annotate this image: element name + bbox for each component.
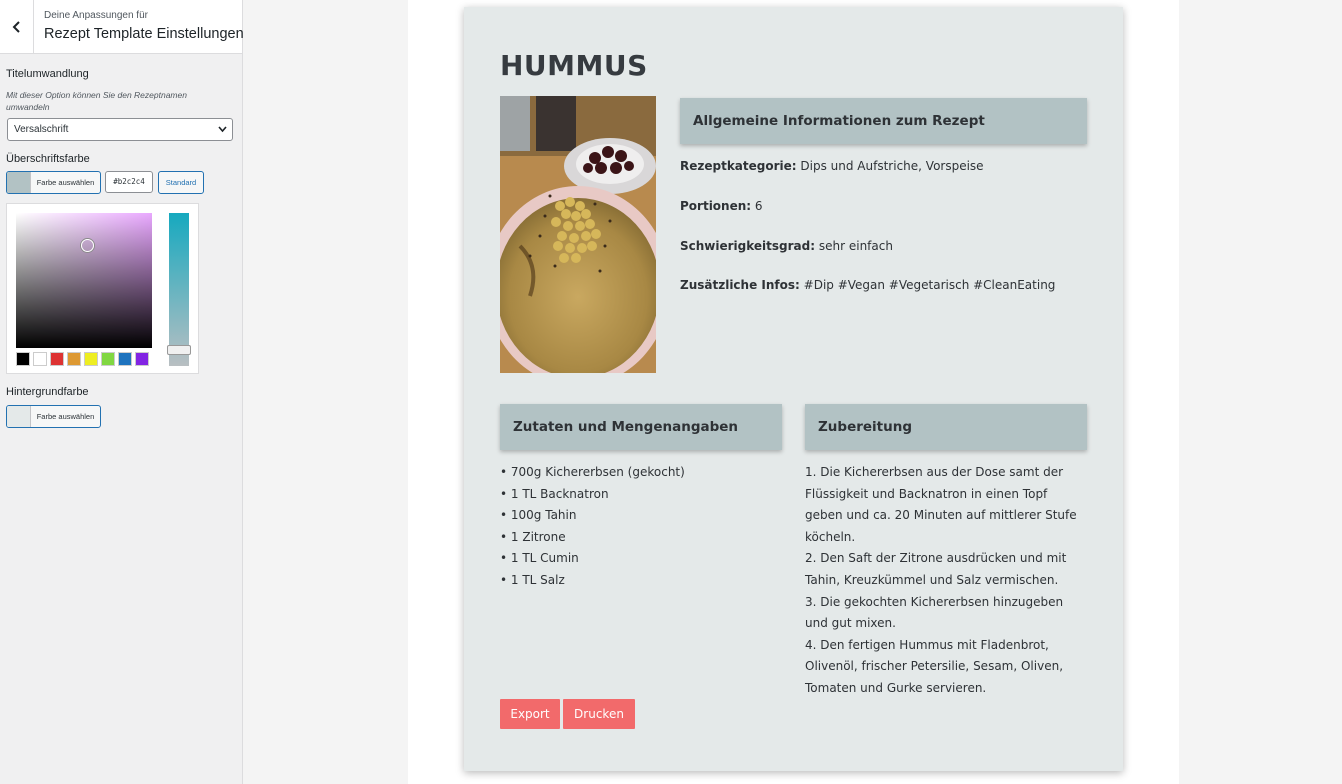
header-title: Rezept Template Einstellungen: [44, 26, 244, 42]
info-category: Rezeptkategorie: Dips und Aufstriche, Vo…: [680, 159, 984, 173]
ingredients-heading: Zutaten und Mengenangaben: [500, 404, 782, 450]
recipe-image: [500, 96, 656, 373]
preview-area: HUMMUS Allgemeine Informationen zum Reze…: [408, 0, 1179, 784]
info-heading: Allgemeine Informationen zum Rezept: [680, 98, 1087, 144]
chevron-down-icon: [218, 126, 227, 133]
background-color-button-label: Farbe auswählen: [36, 412, 95, 421]
color-picker: [6, 203, 199, 374]
color-picker-square[interactable]: [16, 213, 152, 348]
palette-swatch[interactable]: [16, 352, 30, 366]
background-color-swatch: [7, 406, 31, 427]
info-difficulty-label: Schwierigkeitsgrad:: [680, 239, 816, 253]
info-category-label: Rezeptkategorie:: [680, 159, 797, 173]
palette-swatch[interactable]: [84, 352, 98, 366]
info-servings: Portionen: 6: [680, 199, 763, 213]
list-item: • 700g Kichererbsen (gekocht): [500, 465, 685, 479]
palette-swatch[interactable]: [50, 352, 64, 366]
info-extra: Zusätzliche Infos: #Dip #Vegan #Vegetari…: [680, 278, 1055, 292]
preparation-text: 1. Die Kichererbsen aus der Dose samt de…: [805, 465, 1077, 695]
background-color-label: Hintergrundfarbe: [6, 386, 89, 398]
title-transform-label: Titelumwandlung: [6, 68, 89, 80]
hue-slider-handle[interactable]: [167, 345, 191, 355]
ingredients-list: • 700g Kichererbsen (gekocht) • 1 TL Bac…: [500, 462, 782, 592]
palette-swatch[interactable]: [135, 352, 149, 366]
info-servings-label: Portionen:: [680, 199, 752, 213]
preparation-heading: Zubereitung: [805, 404, 1087, 450]
color-palette: [16, 352, 152, 366]
header-subtitle: Deine Anpassungen für: [44, 10, 148, 21]
title-transform-value: Versalschrift: [14, 124, 69, 135]
list-item: • 1 TL Salz: [500, 572, 565, 587]
info-difficulty: Schwierigkeitsgrad: sehr einfach: [680, 239, 893, 253]
title-transform-description: Mit dieser Option können Sie den Rezeptn…: [6, 90, 187, 112]
list-item: • 1 TL Cumin: [500, 551, 579, 566]
heading-color-hex-input[interactable]: #b2c2c4: [105, 171, 153, 193]
heading-color-swatch: [7, 172, 31, 193]
title-transform-select[interactable]: Versalschrift: [7, 118, 233, 141]
info-servings-value: 6: [751, 199, 763, 213]
heading-color-button[interactable]: Farbe auswählen: [6, 171, 101, 194]
print-button[interactable]: Drucken: [563, 699, 635, 729]
sidebar-header: Deine Anpassungen für Rezept Template Ei…: [0, 0, 244, 54]
list-item: • 100g Tahin: [500, 508, 577, 523]
customizer-sidebar: Deine Anpassungen für Rezept Template Ei…: [0, 0, 244, 784]
hummus-photo: [500, 96, 656, 373]
palette-swatch[interactable]: [118, 352, 132, 366]
heading-color-label: Überschriftsfarbe: [6, 153, 90, 165]
export-button[interactable]: Export: [500, 699, 560, 729]
list-item: • 1 TL Backnatron: [500, 486, 609, 501]
chevron-left-icon: [12, 20, 20, 33]
info-category-value: Dips und Aufstriche, Vorspeise: [796, 159, 984, 173]
recipe-title: HUMMUS: [500, 49, 648, 82]
color-picker-hue-slider[interactable]: [167, 213, 191, 366]
back-button[interactable]: [0, 0, 34, 53]
palette-swatch[interactable]: [101, 352, 115, 366]
info-difficulty-value: sehr einfach: [815, 239, 893, 253]
info-extra-value: #Dip #Vegan #Vegetarisch #CleanEating: [799, 278, 1056, 292]
list-item: • 1 Zitrone: [500, 529, 566, 544]
default-color-button[interactable]: Standard: [158, 171, 204, 194]
background-color-button[interactable]: Farbe auswählen: [6, 405, 101, 428]
palette-swatch[interactable]: [67, 352, 81, 366]
palette-swatch[interactable]: [33, 352, 47, 366]
color-picker-handle[interactable]: [81, 239, 94, 252]
info-extra-label: Zusätzliche Infos:: [680, 278, 800, 292]
recipe-card: HUMMUS Allgemeine Informationen zum Reze…: [464, 7, 1123, 771]
heading-color-button-label: Farbe auswählen: [36, 178, 95, 187]
